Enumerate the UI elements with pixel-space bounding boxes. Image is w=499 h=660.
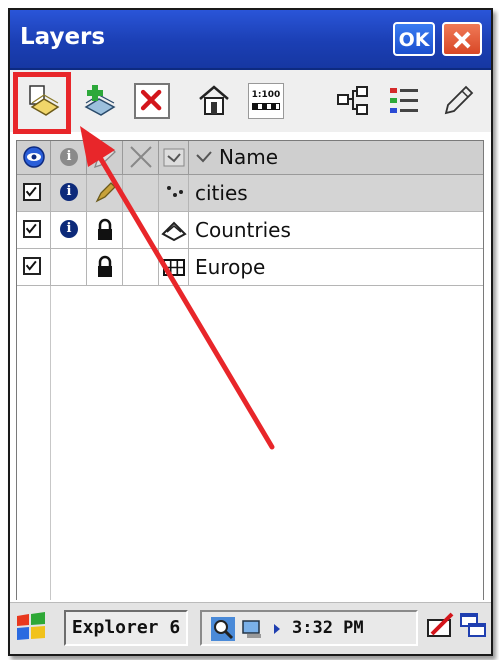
ok-button[interactable]: OK <box>393 22 435 56</box>
scale-label: 1:100 <box>251 90 281 100</box>
check-icon <box>25 223 37 234</box>
visibility-column-header[interactable] <box>17 141 51 174</box>
scale-button[interactable]: 1:100 <box>248 83 284 119</box>
name-header-label: Name <box>219 145 279 169</box>
layer-grid: i Name i cities i Countries Europe <box>16 140 484 602</box>
chevron-down-icon <box>163 148 185 167</box>
layer-tree-button[interactable] <box>335 83 371 119</box>
highlight-box <box>13 72 71 134</box>
check-icon <box>25 260 37 271</box>
tree-icon <box>337 86 368 115</box>
sort-icon <box>196 151 212 163</box>
lock-icon[interactable] <box>87 212 123 248</box>
grid-header: i Name <box>17 141 483 175</box>
system-tray: 3:32 PM <box>200 610 418 646</box>
legend-icon <box>390 88 418 113</box>
pencil-header-icon <box>93 147 116 169</box>
house-icon <box>199 85 229 115</box>
snap-icon <box>130 146 152 168</box>
delete-icon <box>140 89 162 111</box>
tray-arrow-icon[interactable] <box>270 616 284 642</box>
info-icon[interactable]: i <box>60 220 78 238</box>
check-icon <box>25 186 37 197</box>
lock-icon[interactable] <box>87 249 123 285</box>
window-title: Layers <box>20 24 106 50</box>
close-button[interactable] <box>442 22 482 56</box>
edit-button[interactable] <box>440 83 476 119</box>
layer-row-cities[interactable]: i cities <box>17 175 483 212</box>
title-bar: Layers OK <box>10 10 491 70</box>
keyboard-pen-icon <box>427 612 454 637</box>
clock[interactable]: 3:32 PM <box>292 612 364 644</box>
eye-icon <box>23 146 45 168</box>
search-icon[interactable] <box>210 616 236 642</box>
layer-tool-button[interactable] <box>196 83 232 119</box>
windows-icon <box>460 613 486 637</box>
column-divider <box>50 286 51 601</box>
edit-column-header[interactable] <box>87 141 123 174</box>
legend-button[interactable] <box>387 83 423 119</box>
layer-name: Countries <box>195 218 291 242</box>
snap-column-header[interactable] <box>123 141 159 174</box>
layer-row-countries[interactable]: i Countries <box>17 212 483 249</box>
taskbar: Explorer 6 3:32 PM <box>10 600 491 654</box>
point-layer-icon <box>167 186 183 197</box>
layer-name: Europe <box>195 255 266 279</box>
raster-layer-icon <box>163 259 185 276</box>
network-icon[interactable] <box>240 616 266 642</box>
add-layer-icon <box>84 85 116 116</box>
info-header-icon: i <box>60 148 78 166</box>
info-column-header[interactable]: i <box>51 141 87 174</box>
scale-bar-icon <box>252 103 280 110</box>
pencil-icon <box>444 85 474 115</box>
layers-window: Layers OK 1:100 i Name i cities i Countr… <box>8 8 493 656</box>
start-button[interactable] <box>14 610 48 644</box>
line-layer-icon <box>161 221 187 242</box>
layer-row-europe[interactable]: Europe <box>17 249 483 286</box>
edit-pin-icon[interactable] <box>87 175 123 211</box>
visibility-checkbox[interactable] <box>23 257 41 275</box>
snap-cell[interactable] <box>123 212 159 248</box>
snap-cell[interactable] <box>123 249 159 285</box>
windows-logo-icon <box>17 612 45 640</box>
type-column-header[interactable] <box>159 141 189 174</box>
add-layer-button[interactable] <box>82 83 118 119</box>
window-switch-button[interactable] <box>458 610 488 642</box>
snap-cell[interactable] <box>123 175 159 211</box>
layer-name: cities <box>195 181 248 205</box>
visibility-checkbox[interactable] <box>23 183 41 201</box>
name-column-header[interactable]: Name <box>189 141 483 174</box>
info-cell <box>51 249 87 285</box>
remove-layer-button[interactable] <box>134 83 170 119</box>
taskbar-app-button[interactable]: Explorer 6 <box>64 610 188 646</box>
toolbar: 1:100 <box>10 70 491 132</box>
input-panel-button[interactable] <box>426 610 456 642</box>
visibility-checkbox[interactable] <box>23 220 41 238</box>
info-icon[interactable]: i <box>60 183 78 201</box>
